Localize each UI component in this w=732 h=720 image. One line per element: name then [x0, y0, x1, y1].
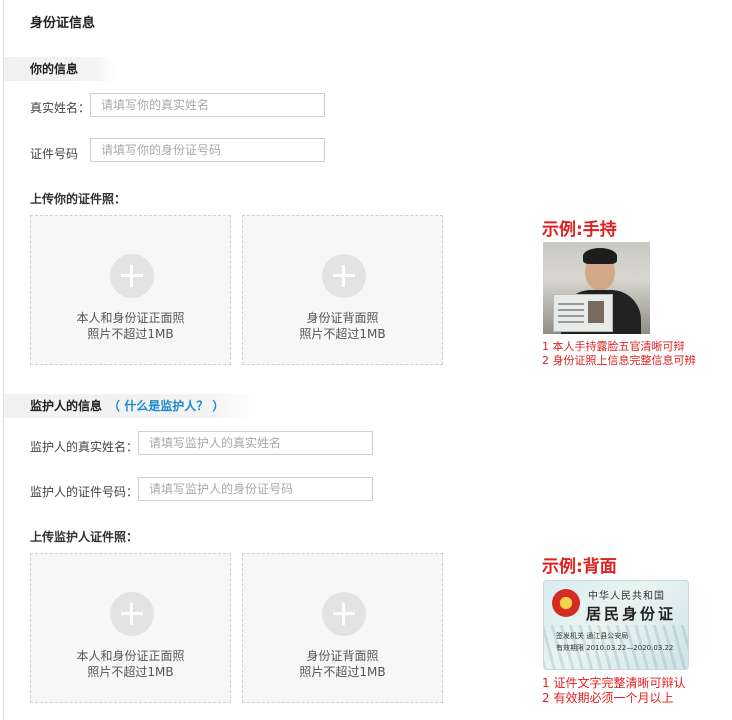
- upload-front-line2: 照片不超过1MB: [87, 665, 174, 679]
- plus-circle-icon: [110, 254, 154, 298]
- guardian-name-input[interactable]: [138, 431, 373, 455]
- page-title: 身份证信息: [30, 16, 96, 31]
- what-is-guardian-link[interactable]: （ 什么是监护人？ ）: [108, 399, 224, 413]
- guardian-upload-title: 上传监护人证件照：: [30, 530, 139, 544]
- upload-front-line1: 本人和身份证正面照: [76, 649, 185, 663]
- example-hold-title: 示例:手持: [542, 220, 617, 240]
- example-back-note-2: 2 有效期必须一个月以上: [542, 691, 674, 705]
- national-emblem-icon: [552, 589, 580, 617]
- guardian-upload-back[interactable]: 身份证背面照 照片不超过1MB: [242, 553, 443, 703]
- your-upload-front-text: 本人和身份证正面照 照片不超过1MB: [31, 310, 230, 342]
- your-info-heading: 你的信息: [4, 57, 116, 81]
- guardian-upload-back-text: 身份证背面照 照片不超过1MB: [243, 648, 442, 680]
- guardian-id-input[interactable]: [138, 477, 373, 501]
- upload-back-line1: 身份证背面照: [306, 649, 379, 663]
- real-name-input[interactable]: [90, 93, 325, 117]
- your-upload-back[interactable]: 身份证背面照 照片不超过1MB: [242, 215, 443, 365]
- guardian-upload-front[interactable]: 本人和身份证正面照 照片不超过1MB: [30, 553, 231, 703]
- left-border: [3, 0, 4, 720]
- guardian-name-label: 监护人的真实姓名：: [30, 440, 139, 454]
- example-hold-note-1: 1 本人手持露脸五官清晰可辩: [542, 340, 685, 353]
- example-back-title: 示例:背面: [542, 557, 617, 577]
- your-upload-front[interactable]: 本人和身份证正面照 照片不超过1MB: [30, 215, 231, 365]
- person-hair: [583, 248, 617, 264]
- card-title-text: 居民身份证: [586, 605, 677, 623]
- example-hold-photo: [543, 242, 650, 334]
- your-upload-back-text: 身份证背面照 照片不超过1MB: [243, 310, 442, 342]
- guardian-upload-front-text: 本人和身份证正面照 照片不超过1MB: [31, 648, 230, 680]
- plus-circle-icon: [322, 592, 366, 636]
- guardian-info-heading-text: 监护人的信息: [30, 399, 103, 413]
- plus-circle-icon: [322, 254, 366, 298]
- upload-front-line2: 照片不超过1MB: [87, 327, 174, 341]
- example-back-note-1: 1 证件文字完整清晰可辩认: [542, 676, 686, 690]
- your-info-heading-text: 你的信息: [30, 62, 79, 76]
- guardian-info-heading: 监护人的信息 （ 什么是监护人？ ）: [4, 394, 258, 418]
- upload-back-line1: 身份证背面照: [306, 311, 379, 325]
- card-country-text: 中华人民共和国: [588, 591, 665, 602]
- plus-circle-icon: [110, 592, 154, 636]
- upload-front-line1: 本人和身份证正面照: [76, 311, 185, 325]
- example-id-back-photo: 中华人民共和国 居民身份证 签发机关 通江县公安局 有效期限 2010.03.2…: [543, 580, 689, 670]
- held-id-card: [553, 294, 613, 332]
- upload-back-line2: 照片不超过1MB: [299, 327, 386, 341]
- real-name-label: 真实姓名：: [30, 101, 91, 115]
- card-issuer-text: 签发机关 通江县公安局: [556, 632, 629, 640]
- id-number-input[interactable]: [90, 138, 325, 162]
- card-validity-text: 有效期限 2010.03.22—2020.03.22: [556, 644, 674, 652]
- your-upload-title: 上传你的证件照：: [30, 192, 127, 206]
- upload-back-line2: 照片不超过1MB: [299, 665, 386, 679]
- id-number-label: 证件号码: [30, 147, 79, 161]
- guardian-id-label: 监护人的证件号码：: [30, 485, 139, 499]
- example-hold-note-2: 2 身份证照上信息完整信息可辨: [542, 354, 696, 367]
- card-portrait: [588, 301, 604, 323]
- card-text-lines: [558, 303, 584, 305]
